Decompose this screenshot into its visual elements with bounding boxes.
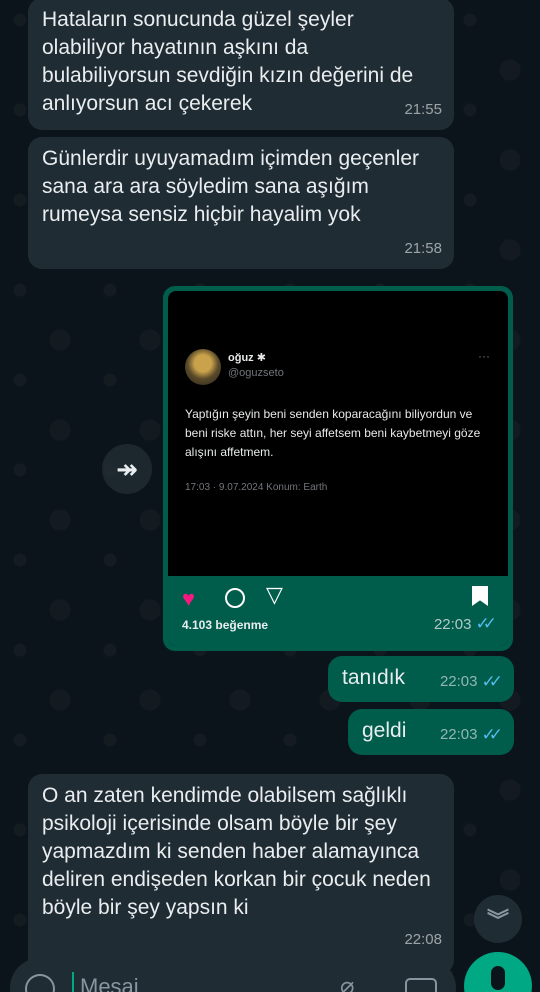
message-input-bar[interactable]: Mesaj ⌀ xyxy=(10,958,456,992)
message-time: 22:03 ✓✓ xyxy=(440,668,503,696)
comment-icon xyxy=(225,588,245,608)
message-text: Hataların sonucunda güzel şeyler olabili… xyxy=(42,8,414,115)
post-author-name: oğuz ✱ xyxy=(228,352,266,364)
message-input[interactable]: Mesaj xyxy=(80,974,139,992)
heart-icon: ♥ xyxy=(182,586,196,611)
post-meta: 17:03 · 9.07.2024 Konum: Earth xyxy=(185,482,328,493)
read-ticks-icon: ✓✓ xyxy=(481,725,503,744)
incoming-message[interactable]: Hataların sonucunda güzel şeyler olabili… xyxy=(28,0,454,130)
post-text: Yaptığın şeyin beni senden koparacağını … xyxy=(185,407,481,459)
bookmark-icon xyxy=(472,586,488,606)
message-time: 21:55 xyxy=(404,101,442,118)
text-caret xyxy=(72,972,74,992)
message-text: O an zaten kendimde olabilsem sağlıklı p… xyxy=(42,784,431,919)
message-time: 22:03 ✓✓ xyxy=(440,721,503,749)
emoji-icon[interactable] xyxy=(25,974,55,992)
read-ticks-icon: ✓✓ xyxy=(475,614,497,633)
send-icon: ▽ xyxy=(266,582,283,607)
outgoing-message[interactable]: tanıdık 22:03 ✓✓ xyxy=(328,656,514,702)
message-time: 21:58 xyxy=(404,240,442,257)
like-count: 4.103 beğenme xyxy=(182,618,269,632)
outgoing-message[interactable]: geldi 22:03 ✓✓ xyxy=(348,709,514,755)
read-ticks-icon: ✓✓ xyxy=(481,672,503,691)
message-time: 22:08 xyxy=(404,931,442,948)
incoming-message[interactable]: O an zaten kendimde olabilsem sağlıklı p… xyxy=(28,774,454,974)
mic-icon xyxy=(491,966,505,990)
incoming-message[interactable]: Günlerdir uyuyamadım içimden geçenler sa… xyxy=(28,137,454,269)
camera-icon[interactable] xyxy=(405,978,437,992)
message-time: 22:03 ✓✓ xyxy=(433,614,497,633)
avatar xyxy=(185,349,221,385)
scroll-down-icon[interactable]: ︾ xyxy=(474,895,522,943)
outgoing-image-message[interactable]: oğuz ✱ @oguzseto ··· Yaptığın şeyin beni… xyxy=(163,286,513,651)
attach-icon[interactable]: ⌀ xyxy=(340,972,354,992)
more-options-icon: ··· xyxy=(478,349,490,363)
post-author-handle: @oguzseto xyxy=(228,367,284,379)
post-action-bar: ♥ ▽ 4.103 beğenme 22:03 ✓✓ xyxy=(168,576,508,646)
shared-post-image[interactable]: oğuz ✱ @oguzseto ··· Yaptığın şeyin beni… xyxy=(168,291,508,646)
forward-icon[interactable]: ↠ xyxy=(102,444,152,494)
message-text: Günlerdir uyuyamadım içimden geçenler sa… xyxy=(42,147,420,226)
